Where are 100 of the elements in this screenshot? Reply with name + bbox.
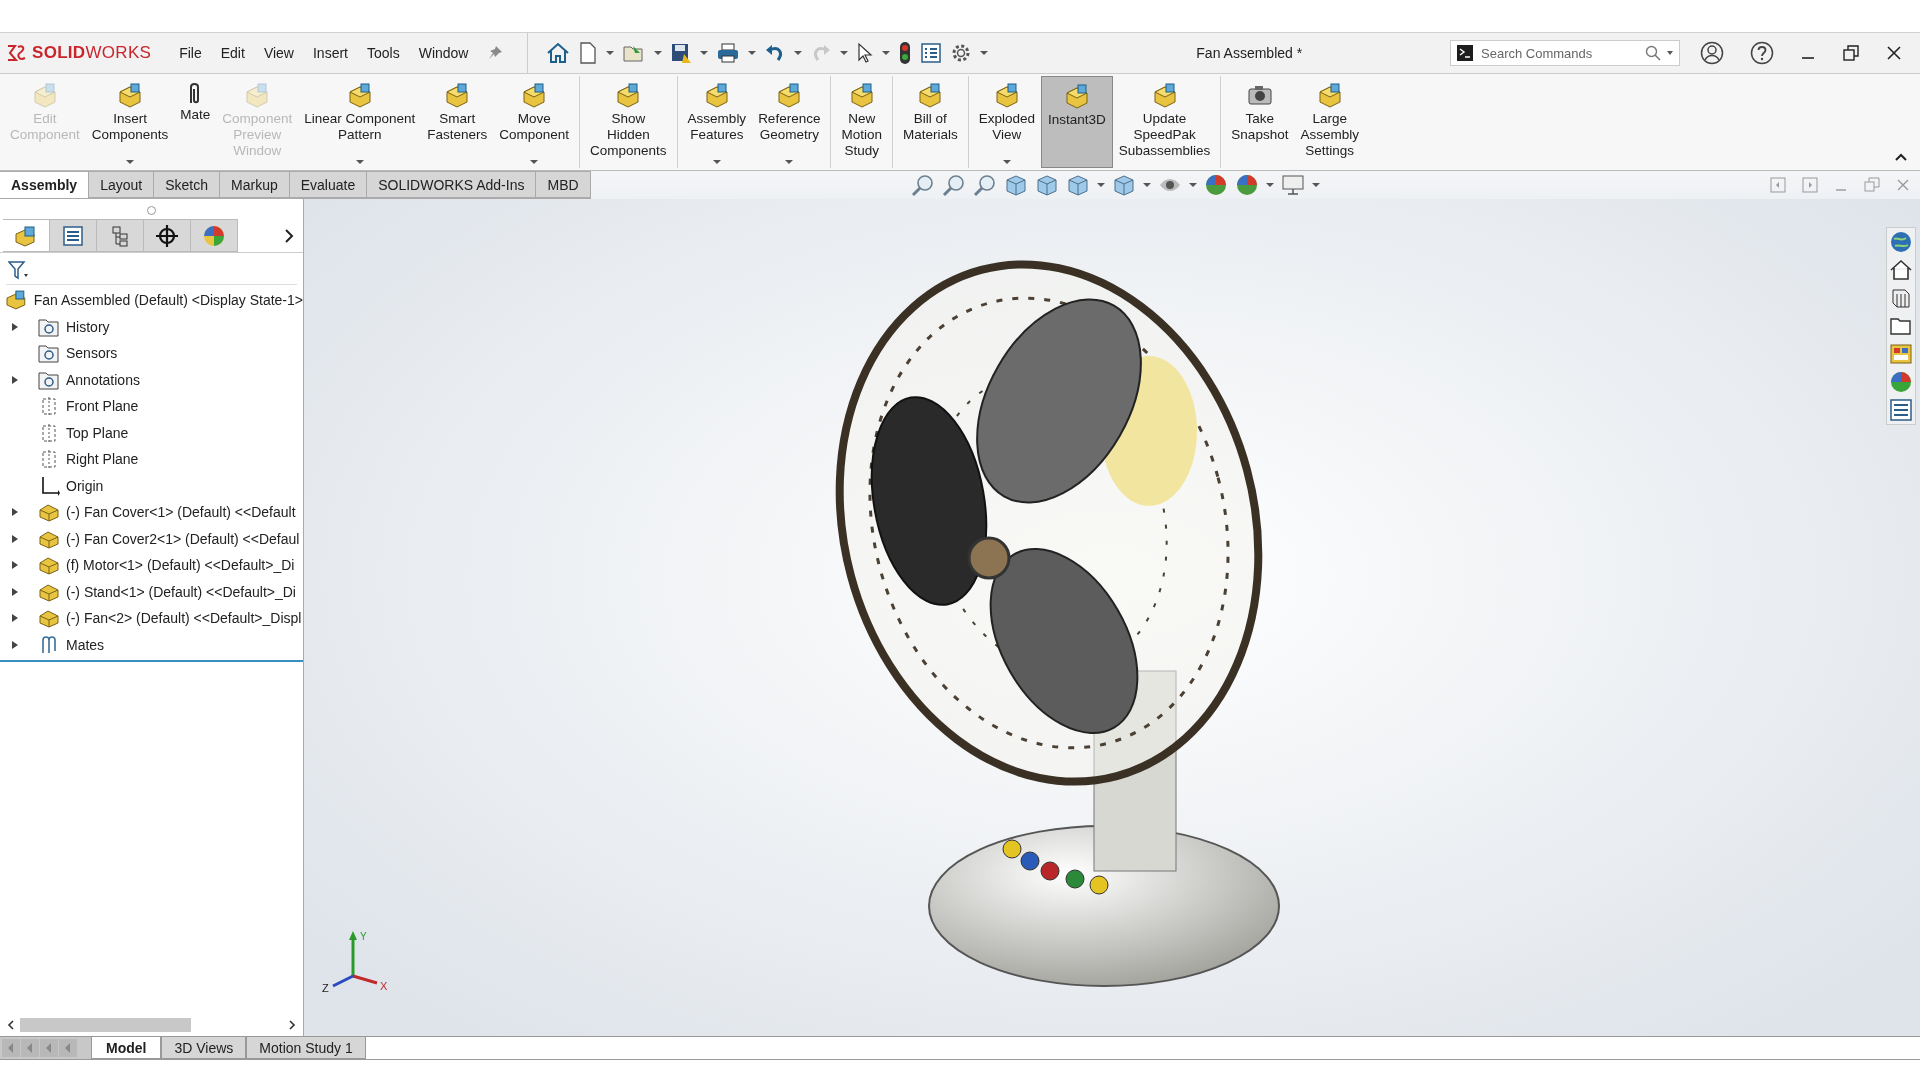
tree-item[interactable]: Fan Assembled (Default) <Display State-1> bbox=[33, 292, 303, 309]
ribbon-button[interactable]: Reference Geometry bbox=[752, 76, 832, 168]
color-sphere-icon[interactable] bbox=[1234, 173, 1259, 197]
caret-icon[interactable] bbox=[606, 51, 615, 55]
collapse-icon[interactable] bbox=[1894, 152, 1908, 162]
tree-item[interactable]: Sensors bbox=[66, 345, 118, 362]
command-tab[interactable]: SOLIDWORKS Add-Ins bbox=[367, 171, 537, 198]
monitor-icon[interactable] bbox=[1280, 173, 1305, 197]
magnifier-icon[interactable] bbox=[910, 173, 935, 197]
caret-icon[interactable] bbox=[840, 51, 849, 55]
caret-icon[interactable] bbox=[1188, 183, 1197, 187]
tree-item[interactable]: (-) Fan Cover<1> (Default) <<Default bbox=[66, 504, 296, 521]
pointer-icon[interactable] bbox=[856, 42, 875, 64]
expand-arrow-icon[interactable] bbox=[11, 321, 19, 332]
caret-icon[interactable] bbox=[748, 51, 757, 55]
tree-item[interactable]: Right Plane bbox=[66, 451, 139, 468]
traffic-light-icon[interactable] bbox=[898, 41, 913, 65]
caret-icon[interactable] bbox=[1311, 183, 1320, 187]
panel-tab[interactable] bbox=[50, 219, 97, 252]
globe-icon[interactable] bbox=[1889, 230, 1913, 254]
view-cube-icon[interactable] bbox=[1034, 173, 1059, 197]
ribbon-button[interactable]: New Motion Study bbox=[835, 76, 893, 168]
sheet-tab[interactable]: 3D Views bbox=[161, 1037, 247, 1059]
view-cube-icon[interactable] bbox=[1003, 173, 1028, 197]
tree-item[interactable]: Annotations bbox=[66, 371, 140, 388]
caret-icon[interactable] bbox=[1096, 183, 1105, 187]
search-box[interactable]: Search Commands bbox=[1450, 40, 1680, 66]
ribbon-button[interactable]: Smart Fasteners bbox=[421, 76, 494, 168]
scrollbar-thumb[interactable] bbox=[20, 1018, 191, 1032]
caret-icon[interactable] bbox=[785, 160, 794, 164]
expand-arrow-icon[interactable] bbox=[11, 639, 19, 650]
ribbon-button[interactable]: Linear Component Pattern bbox=[298, 76, 422, 168]
search-icon[interactable] bbox=[1645, 45, 1661, 61]
tree-item[interactable]: (-) Fan<2> (Default) <<Default>_Displ bbox=[66, 610, 302, 627]
ribbon-button[interactable]: Assembly Features bbox=[681, 76, 753, 168]
menu-item[interactable]: Window bbox=[418, 45, 469, 61]
chevron-right-icon[interactable] bbox=[283, 227, 295, 244]
caret-icon[interactable] bbox=[794, 51, 803, 55]
menu-item[interactable]: Tools bbox=[367, 45, 400, 61]
sheet-tab[interactable]: Model bbox=[91, 1037, 162, 1059]
color-sphere-icon[interactable] bbox=[1203, 173, 1228, 197]
caret-icon[interactable] bbox=[882, 51, 891, 55]
ribbon-button[interactable]: Insert Components bbox=[85, 76, 175, 168]
menu-item[interactable]: View bbox=[263, 45, 294, 61]
save-icon[interactable] bbox=[670, 42, 693, 64]
home-icon[interactable] bbox=[546, 42, 571, 64]
command-tab[interactable]: Layout bbox=[89, 171, 155, 198]
caret-icon[interactable] bbox=[1142, 183, 1151, 187]
tree-item[interactable]: Mates bbox=[66, 636, 105, 653]
panel-tab[interactable] bbox=[144, 219, 191, 252]
printer-icon[interactable] bbox=[716, 42, 741, 64]
restore-icon[interactable] bbox=[1842, 44, 1860, 62]
expand-arrow-icon[interactable] bbox=[11, 374, 19, 385]
ribbon-button[interactable]: Exploded View bbox=[972, 76, 1041, 168]
color-sphere-icon[interactable] bbox=[1889, 370, 1913, 394]
caret-icon[interactable] bbox=[980, 51, 989, 55]
tree-item[interactable]: Top Plane bbox=[66, 424, 129, 441]
sheet-tab[interactable]: Motion Study 1 bbox=[246, 1037, 366, 1059]
ribbon-button[interactable]: Take Snapshot bbox=[1225, 76, 1295, 168]
menu-item[interactable]: Insert bbox=[312, 45, 348, 61]
caret-icon[interactable] bbox=[126, 160, 135, 164]
magnifier-icon[interactable] bbox=[972, 173, 997, 197]
command-tab[interactable]: Sketch bbox=[154, 171, 220, 198]
ribbon-button[interactable]: Move Component bbox=[493, 76, 581, 168]
view-cube-icon[interactable] bbox=[1111, 173, 1136, 197]
expand-arrow-icon[interactable] bbox=[11, 560, 19, 571]
close-icon[interactable] bbox=[1886, 45, 1902, 61]
expand-arrow-icon[interactable] bbox=[11, 613, 19, 624]
tree-item[interactable]: Front Plane bbox=[66, 398, 139, 415]
command-tab[interactable]: MBD bbox=[536, 171, 591, 198]
new-document-icon[interactable] bbox=[578, 42, 599, 64]
search-field[interactable]: Search Commands bbox=[1479, 44, 1639, 62]
caret-icon[interactable] bbox=[1002, 160, 1011, 164]
pin-icon[interactable] bbox=[487, 45, 504, 61]
home-icon[interactable] bbox=[1889, 258, 1913, 282]
help-icon[interactable] bbox=[1750, 41, 1774, 65]
ribbon-button[interactable]: Large Assembly Settings bbox=[1294, 76, 1365, 168]
caret-icon[interactable] bbox=[712, 160, 721, 164]
scroll-right-icon[interactable] bbox=[287, 1019, 297, 1031]
user-icon[interactable] bbox=[1700, 41, 1724, 65]
scroll-left-icon[interactable] bbox=[6, 1019, 16, 1031]
command-tab[interactable]: Assembly bbox=[0, 171, 90, 198]
ribbon-button[interactable]: Mate bbox=[174, 76, 217, 168]
palette-icon[interactable] bbox=[1889, 342, 1913, 366]
caret-icon[interactable] bbox=[1667, 51, 1673, 55]
tree-item[interactable]: Origin bbox=[66, 477, 104, 494]
library-icon[interactable] bbox=[1889, 286, 1913, 310]
caret-icon[interactable] bbox=[700, 51, 709, 55]
menu-item[interactable]: File bbox=[179, 45, 202, 61]
expand-arrow-icon[interactable] bbox=[11, 507, 19, 518]
magnifier-icon[interactable] bbox=[941, 173, 966, 197]
command-tab[interactable]: Markup bbox=[220, 171, 290, 198]
tree-item[interactable]: (-) Stand<1> (Default) <<Default>_Di bbox=[66, 583, 296, 600]
list-icon[interactable] bbox=[920, 42, 943, 64]
ribbon-button[interactable]: Update SpeedPak Subassemblies bbox=[1112, 76, 1222, 168]
menu-item[interactable]: Edit bbox=[220, 45, 245, 61]
command-tab[interactable]: Evaluate bbox=[289, 171, 368, 198]
tree-item[interactable]: (-) Fan Cover2<1> (Default) <<Defaul bbox=[66, 530, 300, 547]
expand-arrow-icon[interactable] bbox=[11, 586, 19, 597]
tree-item[interactable]: History bbox=[66, 318, 110, 335]
